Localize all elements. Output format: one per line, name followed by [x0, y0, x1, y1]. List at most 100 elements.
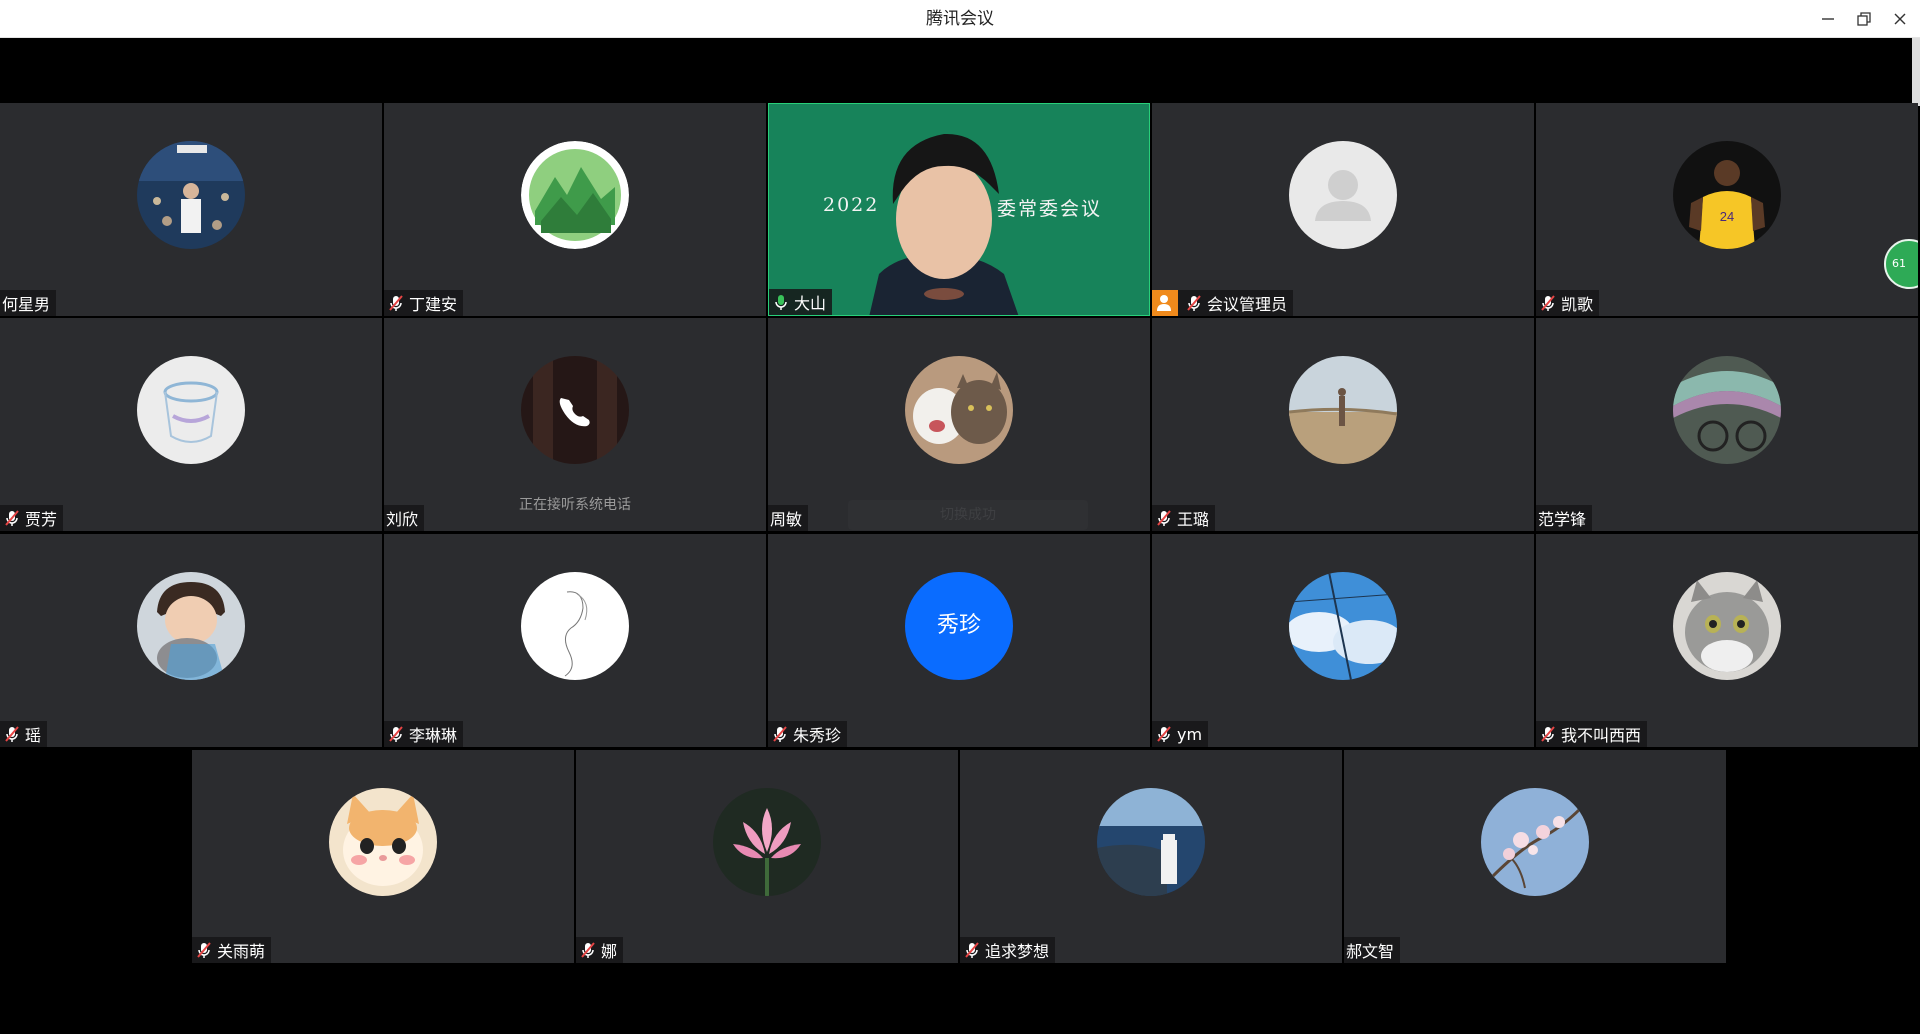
participant-name: 周敏 — [770, 510, 803, 529]
participant-name: 贾芳 — [25, 510, 58, 529]
participant-name-label: 我不叫西西 — [1536, 721, 1648, 747]
participant-name-label: 凯歌 — [1536, 290, 1600, 316]
participant-name-label: 朱秀珍 — [768, 721, 848, 747]
participant-name-label: 关雨萌 — [192, 937, 272, 963]
avatar — [137, 141, 245, 249]
participant-name-label: 娜 — [576, 937, 624, 963]
participant-name: 王璐 — [1177, 510, 1210, 529]
participant-tile[interactable]: 贾芳 — [0, 318, 382, 531]
participant-name-label: 追求梦想 — [960, 937, 1056, 963]
avatar — [1481, 788, 1589, 896]
avatar — [521, 572, 629, 680]
mic-muted-icon — [389, 726, 403, 742]
participant-tile[interactable]: 会议管理员 — [1152, 103, 1534, 316]
meeting-top-area — [0, 38, 1920, 102]
participant-name: 李琳琳 — [409, 726, 458, 745]
participant-name: 朱秀珍 — [793, 726, 842, 745]
avatar — [1289, 572, 1397, 680]
mic-muted-icon — [1187, 295, 1201, 311]
participant-tile[interactable]: 秀珍 朱秀珍 — [768, 534, 1150, 747]
participant-name: 刘欣 — [386, 510, 419, 529]
avatar — [1289, 141, 1397, 249]
window-title: 腾讯会议 — [926, 9, 994, 29]
close-button[interactable] — [1882, 0, 1918, 38]
participant-name: 凯歌 — [1561, 295, 1594, 314]
participant-tile[interactable]: 范学锋 — [1536, 318, 1918, 531]
participant-name: 追求梦想 — [985, 942, 1050, 961]
participant-name-label: 瑶 — [0, 721, 48, 747]
restore-button[interactable] — [1846, 0, 1882, 38]
participant-count-badge[interactable]: 61 — [1884, 239, 1918, 289]
mic-muted-icon — [1541, 295, 1555, 311]
participant-name: 瑶 — [25, 726, 42, 745]
window-title-bar: 腾讯会议 — [0, 0, 1920, 38]
avatar — [1673, 356, 1781, 464]
avatar — [521, 356, 629, 464]
participant-name: 关雨萌 — [217, 942, 266, 961]
minimize-icon — [1822, 18, 1834, 20]
mic-muted-icon — [1157, 510, 1171, 526]
avatar — [137, 356, 245, 464]
participant-name-label: 王璐 — [1152, 505, 1216, 531]
avatar: 秀珍 — [905, 572, 1013, 680]
participant-name-label: 刘欣 — [384, 505, 425, 531]
host-badge — [1152, 290, 1178, 316]
participant-tile[interactable]: 郝文智 — [1344, 750, 1726, 963]
participant-name: 范学锋 — [1538, 510, 1587, 529]
avatar-initials: 秀珍 — [936, 613, 981, 638]
participant-name: 何星男 — [2, 295, 51, 314]
avatar — [1097, 788, 1205, 896]
participant-tile[interactable]: 24 凯歌 61 — [1536, 103, 1918, 316]
host-icon — [1157, 295, 1171, 311]
participant-name: ym — [1177, 724, 1203, 744]
call-status-text: 正在接听系统电话 — [519, 497, 631, 513]
avatar — [1289, 356, 1397, 464]
participant-tile[interactable]: 正在接听系统电话 刘欣 — [384, 318, 766, 531]
participant-name: 我不叫西西 — [1561, 726, 1642, 745]
mic-on-icon — [775, 295, 787, 310]
svg-text:24: 24 — [1720, 209, 1734, 224]
participant-tile[interactable]: 丁建安 — [384, 103, 766, 316]
restore-icon — [1857, 12, 1871, 26]
participant-tile[interactable]: 我不叫西西 — [1536, 534, 1918, 747]
participant-name-label: ym — [1152, 721, 1209, 747]
avatar — [137, 572, 245, 680]
participant-name: 大山 — [794, 294, 827, 313]
participant-tile[interactable]: 娜 — [576, 750, 958, 963]
participant-tile[interactable]: ym — [1152, 534, 1534, 747]
avatar — [713, 788, 821, 896]
mic-muted-icon — [5, 510, 19, 526]
mic-muted-icon — [1157, 726, 1171, 742]
participant-tile[interactable]: 关雨萌 — [192, 750, 574, 963]
participant-name-label: 范学锋 — [1536, 505, 1593, 531]
participant-name: 会议管理员 — [1207, 295, 1288, 314]
participant-name-label: 会议管理员 — [1152, 290, 1294, 316]
close-icon — [1894, 13, 1906, 25]
participant-name: 娜 — [601, 942, 618, 961]
participant-tile[interactable]: 李琳琳 — [384, 534, 766, 747]
mic-muted-icon — [965, 942, 979, 958]
participant-tile[interactable]: 王璐 — [1152, 318, 1534, 531]
participant-tile[interactable]: 切换成功 周敏 — [768, 318, 1150, 531]
mic-muted-icon — [1541, 726, 1555, 742]
mic-muted-icon — [581, 942, 595, 958]
active-speaker-video[interactable]: 2022 委常委会议 大山 — [768, 103, 1150, 316]
participant-name-label: 贾芳 — [0, 505, 64, 531]
participant-name-label: 郝文智 — [1344, 937, 1401, 963]
mic-muted-icon — [5, 726, 19, 742]
slide-text: 委常委会议 — [997, 198, 1103, 220]
participant-name-label: 李琳琳 — [384, 721, 464, 747]
minimize-button[interactable] — [1810, 0, 1846, 38]
avatar — [329, 788, 437, 896]
participant-tile[interactable]: 追求梦想 — [960, 750, 1342, 963]
participant-tile[interactable]: 瑶 — [0, 534, 382, 747]
avatar — [521, 141, 629, 249]
participant-name-label: 何星男 — [0, 290, 57, 316]
avatar: 24 — [1673, 141, 1781, 249]
mic-muted-icon — [773, 726, 787, 742]
participant-name-label: 大山 — [769, 289, 833, 315]
participant-tile[interactable]: 何星男 — [0, 103, 382, 316]
participant-name: 丁建安 — [409, 295, 458, 314]
scrollbar[interactable] — [1912, 38, 1920, 106]
participant-name: 郝文智 — [1346, 942, 1395, 961]
